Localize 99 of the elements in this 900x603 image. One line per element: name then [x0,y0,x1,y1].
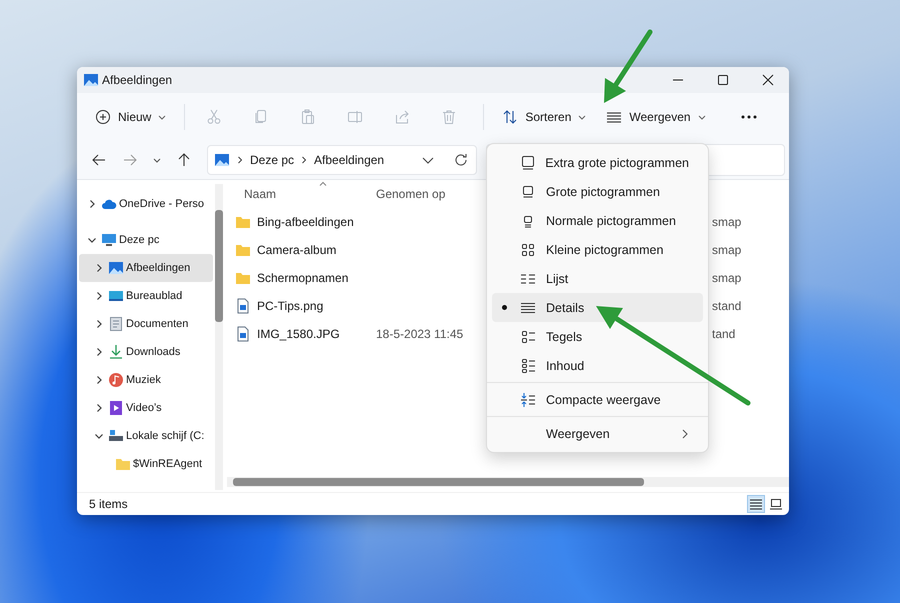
scrollbar-thumb[interactable] [233,478,644,486]
chevron-right-icon[interactable] [94,291,104,301]
cut-icon [206,109,222,125]
arrow-left-icon [92,153,106,167]
delete-icon [441,109,458,125]
type-cell: smap [712,271,742,285]
address-bar[interactable]: Deze pc Afbeeldingen [207,145,477,175]
file-name[interactable]: Camera-album [257,243,336,257]
screen-icon [520,154,536,170]
window-title: Afbeeldingen [102,73,172,87]
sidebar-item[interactable]: Downloads [79,338,213,366]
more-icon [740,115,757,119]
menu-item[interactable]: Weergeven [492,419,703,448]
chevron-right-icon[interactable] [87,199,97,209]
menu-item[interactable]: Details [492,293,703,322]
sidebar-item[interactable]: Bureaublad [79,282,213,310]
caret-icon [153,156,161,164]
picture-icon [83,72,99,88]
chevron-right-icon[interactable] [94,403,104,413]
download-icon [108,344,124,360]
music-icon [108,372,124,388]
sidebar-item[interactable]: OneDrive - Perso [79,190,213,218]
folder-icon [235,214,251,230]
folder-icon [115,456,131,472]
menu-item[interactable]: Normale pictogrammen [492,206,703,235]
sidebar-item[interactable]: Lokale schijf (C: [79,422,213,450]
sidebar-item[interactable]: Afbeeldingen [79,254,213,282]
sidebar-item[interactable]: Muziek [79,366,213,394]
image-file-icon [235,326,251,342]
chevron-icon [300,156,308,164]
scrollbar-thumb[interactable] [215,210,223,322]
file-name[interactable]: Schermopnamen [257,271,348,285]
close-icon [762,74,774,86]
item-count: 5 items [89,497,128,511]
picture-icon [214,152,230,168]
tile-list-icon [520,358,536,374]
sort-button[interactable]: Sorteren [494,101,594,133]
menu-item[interactable]: Lijst [492,264,703,293]
chevron-down-icon[interactable] [94,431,104,441]
chevron-down-icon[interactable] [87,235,97,245]
screen-icon [520,184,536,200]
sidebar-item[interactable]: $WinREAgent [79,450,213,478]
menu-item[interactable]: Kleine pictogrammen [492,235,703,264]
rename-icon [347,109,364,125]
type-cell: smap [712,215,742,229]
menu-item[interactable]: Grote pictogrammen [492,177,703,206]
caret-icon [698,113,706,121]
sidebar-item[interactable]: Documenten [79,310,213,338]
plus-icon [95,109,111,125]
sidebar-item[interactable]: Video’s [79,394,213,422]
chevron-right-icon[interactable] [94,375,104,385]
document-icon [108,316,124,332]
chevron-right-icon[interactable] [94,347,104,357]
tile-icon [770,498,782,510]
monitor-icon [101,232,117,248]
sort-caret-icon [319,181,327,186]
file-name[interactable]: IMG_1580.JPG [257,327,340,341]
menu-item[interactable]: Extra grote pictogrammen [492,148,703,177]
arrow-right-icon [123,153,137,167]
menu-item[interactable]: Compacte weergave [492,385,703,414]
chevron-icon [236,156,244,164]
column-header[interactable]: Naam [235,187,376,201]
chevron-right-icon [681,428,689,438]
breadcrumb-item[interactable]: Deze pc [250,153,294,167]
caret-icon [158,113,166,121]
date-cell: 18-5-2023 11:45 [376,327,464,341]
chevron-right-icon[interactable] [94,319,104,329]
folder-icon [235,242,251,258]
maximize-icon [717,74,729,86]
refresh-icon[interactable] [454,153,468,167]
menu-item[interactable]: Inhoud [492,351,703,380]
type-cell: stand [712,299,742,313]
share-icon [394,109,410,125]
folder-icon [235,270,251,286]
view-button[interactable]: Weergeven [598,101,714,133]
menu-item[interactable]: Tegels [492,322,703,351]
image-file-icon [235,298,251,314]
sort-icon [502,109,518,125]
type-cell: tand [712,327,736,341]
chevron-right-icon[interactable] [94,263,104,273]
desktop-icon [108,288,124,304]
file-name[interactable]: Bing-afbeeldingen [257,215,354,229]
bullet-icon [502,305,507,310]
breadcrumb-item[interactable]: Afbeeldingen [314,153,384,167]
caret-icon [578,113,586,121]
new-button[interactable]: Nieuw [87,101,174,133]
tile-list-icon [520,328,536,344]
drive-icon [108,428,124,444]
arrow-up-icon [177,153,191,167]
picture-icon [108,260,124,276]
details-view-button[interactable] [747,495,765,513]
type-cell: smap [712,243,742,257]
paste-icon [300,109,316,125]
sidebar-item[interactable]: Deze pc [79,226,213,254]
video-icon [108,400,124,416]
grid-icon [520,242,536,258]
list-icon [750,498,762,510]
file-name[interactable]: PC-Tips.png [257,299,324,313]
compress-icon [520,392,536,408]
